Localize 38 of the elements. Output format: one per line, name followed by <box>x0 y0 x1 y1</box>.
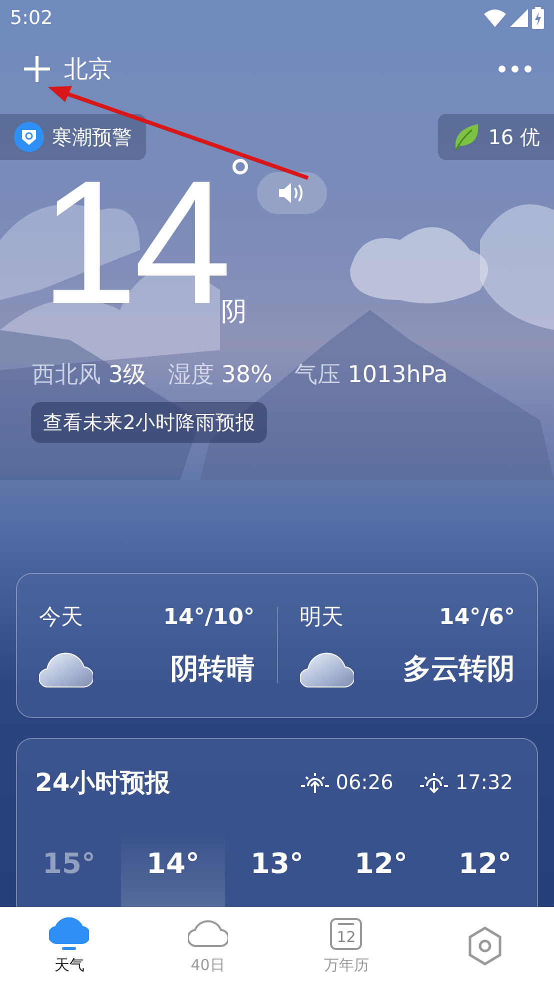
cloud-icon <box>39 650 93 688</box>
city-name[interactable]: 北京 <box>64 53 112 86</box>
sunrise-time: 06:26 <box>336 770 394 794</box>
status-time: 5:02 <box>10 7 53 30</box>
day-condition: 阴转晴 <box>170 651 254 688</box>
temperature-range: 14°/6° <box>439 604 515 630</box>
day-condition: 多云转阴 <box>403 651 515 688</box>
nav-tab[interactable]: 12 万年历 <box>277 907 416 984</box>
weather-metric: 西北风 3级 <box>32 360 146 390</box>
hourly-title: 24小时预报 <box>35 766 171 798</box>
nav-tab[interactable]: 天气 <box>0 907 138 984</box>
calendar-icon: 12 <box>328 916 364 952</box>
alert-label: 寒潮预警 <box>52 124 132 151</box>
air-quality-badge[interactable]: 16 优 <box>438 114 554 160</box>
sunset-time: 17:32 <box>455 770 513 794</box>
cold-wave-alert[interactable]: 寒潮预警 <box>0 114 146 160</box>
hourly-temperature[interactable]: 13° <box>225 833 329 907</box>
signal-icon <box>510 9 528 28</box>
hourly-temperature[interactable]: 12° <box>433 833 537 907</box>
weather-metric: 湿度 38% <box>168 360 272 390</box>
rain-forecast-button[interactable]: 查看未来2小时降雨预报 <box>31 402 268 443</box>
temperature-range: 14°/10° <box>163 604 254 630</box>
battery-icon <box>532 7 544 30</box>
more-icon[interactable] <box>498 65 532 74</box>
sunrise-icon <box>300 770 330 794</box>
weather-metric: 气压 1013hPa <box>294 360 448 390</box>
hourly-temperature[interactable]: 12° <box>329 833 433 907</box>
cloud-icon <box>49 916 90 952</box>
sunset-icon <box>419 770 450 794</box>
day-label: 今天 <box>39 604 84 632</box>
wifi-icon <box>484 9 506 28</box>
air-quality-label: 16 优 <box>488 124 540 151</box>
day-label: 明天 <box>300 604 344 632</box>
add-icon[interactable] <box>24 56 50 82</box>
hexagon-icon <box>466 926 503 966</box>
degree-sign: ° <box>228 154 253 204</box>
voice-broadcast-button[interactable] <box>256 172 327 214</box>
cloud-icon <box>300 650 354 688</box>
